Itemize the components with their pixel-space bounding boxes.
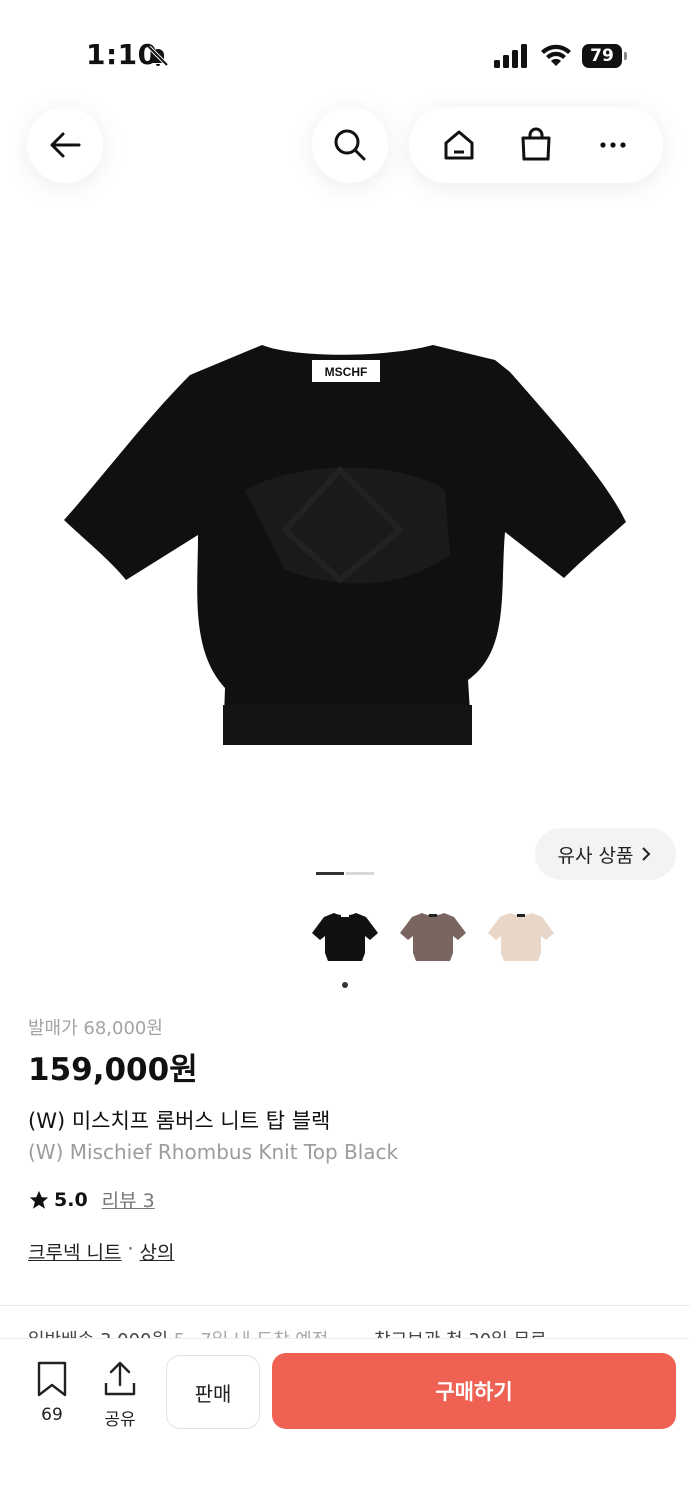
search-button[interactable]	[312, 107, 388, 183]
search-icon	[334, 129, 366, 161]
battery-tip	[624, 52, 627, 60]
section-divider	[0, 1305, 690, 1306]
wifi-icon	[541, 44, 571, 66]
pager-bar-active	[316, 872, 344, 875]
product-title-english: (W) Mischief Rhombus Knit Top Black	[28, 1140, 399, 1164]
reviews-link[interactable]: 리뷰 3	[102, 1186, 155, 1213]
home-button[interactable]	[429, 115, 489, 175]
cart-button[interactable]	[506, 115, 566, 175]
share-button[interactable]: 공유	[92, 1361, 148, 1430]
back-arrow-icon	[50, 132, 81, 158]
product-title-korean: (W) 미스치프 롬버스 니트 탑 블랙	[28, 1109, 331, 1133]
thumbnail-selected-dot	[342, 982, 348, 988]
category-separator: ·	[127, 1238, 134, 1260]
thumbnail-brown[interactable]	[398, 905, 468, 969]
category-link-tops[interactable]: 상의	[140, 1238, 175, 1265]
knit-top-brown-thumbnail	[400, 913, 466, 961]
bookmark-icon	[37, 1361, 67, 1397]
brand-label-text: MSCHF	[325, 365, 368, 379]
price: 159,000원	[28, 1052, 198, 1088]
signal-icon	[494, 44, 527, 68]
bookmark-count: 69	[41, 1405, 63, 1425]
category-link-crewneck-knit[interactable]: 크루넥 니트	[28, 1238, 121, 1265]
pager-bar	[346, 872, 374, 875]
status-bar: 1:10 79	[0, 0, 690, 110]
bookmark-button[interactable]: 69	[24, 1361, 80, 1425]
bottom-action-bar: 69 공유 판매 구매하기	[0, 1338, 690, 1500]
color-thumbnails	[310, 905, 556, 969]
thumbnail-beige[interactable]	[486, 905, 556, 969]
star-icon	[29, 1190, 49, 1209]
knit-top-beige-thumbnail	[488, 913, 554, 961]
bell-off-icon	[147, 45, 169, 67]
product-image[interactable]: MSCHF	[40, 320, 650, 760]
rating: 5.0 리뷰 3	[28, 1186, 155, 1213]
home-icon	[444, 130, 474, 160]
battery-icon: 79	[582, 44, 628, 68]
sell-button[interactable]: 판매	[166, 1355, 260, 1429]
chevron-right-icon	[642, 847, 651, 861]
buy-button[interactable]: 구매하기	[272, 1353, 676, 1429]
release-price: 발매가 68,000원	[28, 1018, 163, 1039]
rating-score: 5.0	[54, 1188, 88, 1211]
similar-products-label: 유사 상품	[557, 844, 634, 867]
shopping-bag-icon	[521, 127, 551, 161]
image-pager	[316, 872, 374, 875]
knit-top-black-thumbnail	[312, 913, 378, 961]
share-icon	[104, 1361, 136, 1396]
back-button[interactable]	[27, 107, 103, 183]
nav-action-group	[409, 107, 663, 183]
similar-products-button[interactable]: 유사 상품	[535, 828, 676, 880]
category-breadcrumb: 크루넥 니트 · 상의	[28, 1238, 174, 1265]
thumbnail-black[interactable]	[310, 905, 380, 969]
more-button[interactable]	[583, 115, 643, 175]
battery-level: 79	[582, 44, 622, 68]
more-icon	[600, 142, 626, 148]
share-label: 공유	[104, 1410, 136, 1430]
